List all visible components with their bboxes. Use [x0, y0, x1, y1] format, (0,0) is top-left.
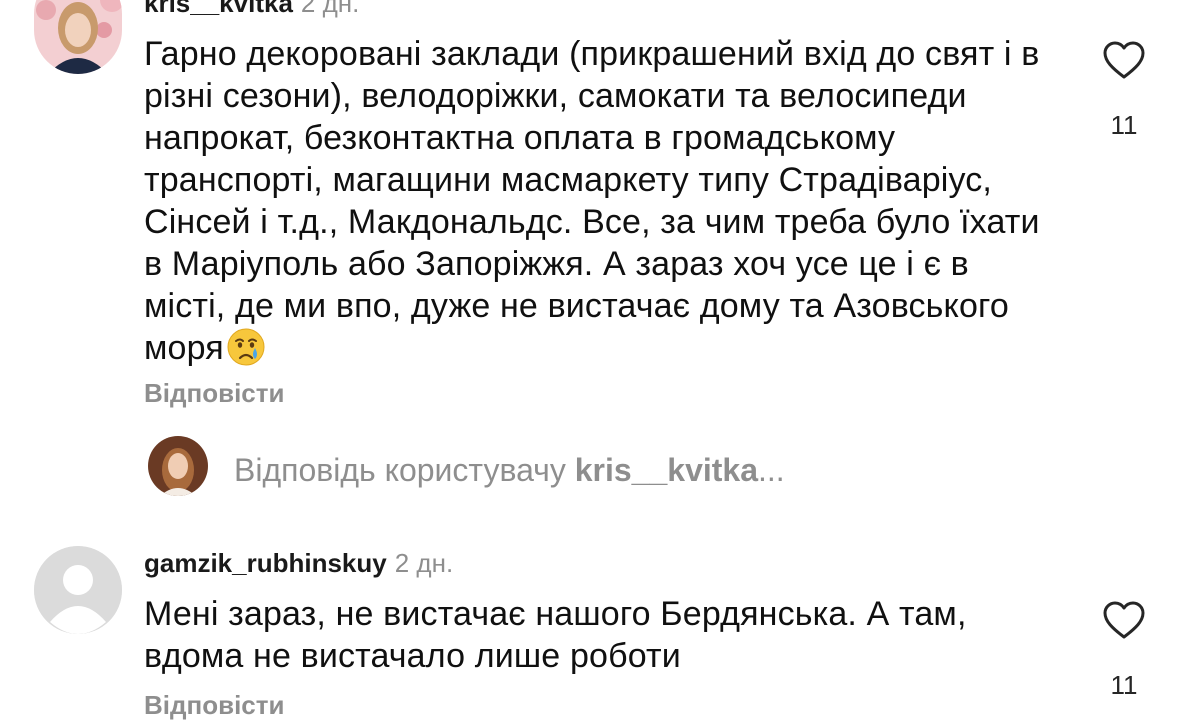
view-replies-ellipsis: ...	[758, 452, 785, 488]
avatar-photo	[34, 0, 122, 74]
like-count: 11	[1110, 670, 1138, 700]
like-control: 11	[1098, 600, 1150, 700]
reply-button[interactable]: Відповісти	[144, 378, 284, 408]
default-avatar-icon	[34, 546, 122, 634]
view-replies-label: Відповідь користувачу kris__kvitka...	[234, 452, 785, 488]
comment-text: Мені зараз, не вистачає нашого Бердянськ…	[144, 595, 967, 675]
like-count: 11	[1110, 110, 1138, 140]
like-control: 11	[1098, 40, 1150, 140]
comment-meta: kris__kvitka 2 дн.	[144, 0, 359, 18]
heart-outline-icon[interactable]	[1102, 600, 1146, 640]
comment-username[interactable]: gamzik_rubhinskuy	[144, 548, 387, 578]
avatar[interactable]	[34, 546, 122, 634]
view-replies-prefix: Відповідь користувачу	[234, 452, 566, 488]
avatar[interactable]	[34, 0, 122, 74]
comment-text: Гарно декоровані заклади (прикрашений вх…	[144, 33, 1049, 369]
comment-username[interactable]: kris__kvitka	[144, 0, 293, 18]
comment-time: 2 дн.	[300, 0, 360, 18]
crying-face-icon	[226, 327, 266, 367]
avatar	[148, 436, 208, 496]
comment-time: 2 дн.	[394, 548, 454, 578]
comment-text-body: Гарно декоровані заклади (прикрашений вх…	[144, 35, 1040, 367]
view-replies-username: kris__kvitka	[574, 452, 758, 488]
comment-meta: gamzik_rubhinskuy 2 дн.	[144, 548, 453, 578]
reply-button[interactable]: Відповісти	[144, 690, 284, 720]
heart-outline-icon[interactable]	[1102, 40, 1146, 80]
avatar-photo	[148, 436, 208, 496]
